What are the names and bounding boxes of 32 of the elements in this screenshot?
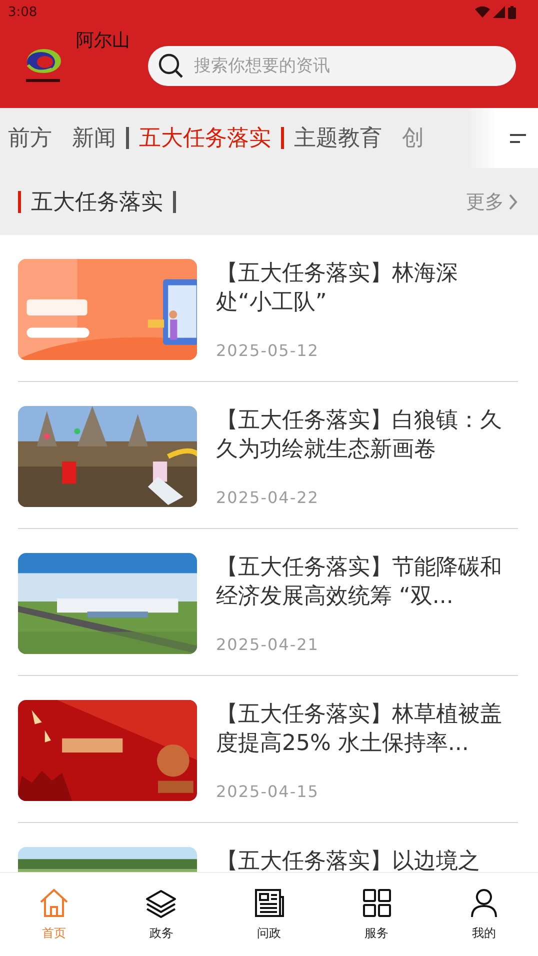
category-tab[interactable]: 主题教育 <box>284 123 392 153</box>
article-date: 2025-04-15 <box>216 782 320 801</box>
status-time: 3:08 <box>8 4 38 20</box>
layers-icon <box>145 887 178 919</box>
grid-icon <box>360 887 393 919</box>
newspaper-icon <box>252 887 285 919</box>
search-icon <box>158 53 184 79</box>
category-tab[interactable]: 前方 <box>0 123 62 153</box>
chevron-icon <box>508 192 518 210</box>
article-date: 2025-04-21 <box>216 635 320 654</box>
article-title[interactable]: 【五大任务落实】林草植被盖度提高25% 水土保持率... <box>216 700 504 758</box>
nav-tab[interactable]: 我的 <box>430 873 538 956</box>
article-title[interactable]: 【五大任务落实】以边境之 <box>216 847 504 872</box>
article-title[interactable]: 【五大任务落实】节能降碳和经济发展高效统筹 “双... <box>216 553 504 611</box>
article-date: 2025-05-12 <box>216 341 320 360</box>
nav-tab[interactable]: 政务 <box>108 873 216 956</box>
article-title[interactable]: 【五大任务落实】白狼镇：久久为功绘就生态新画卷 <box>216 406 504 464</box>
category-tab[interactable]: 五大任务落实 <box>129 123 281 153</box>
app-name: 阿尔山 <box>76 29 131 52</box>
article-title[interactable]: 【五大任务落实】林海深处“小工队” <box>216 259 504 317</box>
search-bar[interactable]: 搜索你想要的资讯 <box>148 46 516 86</box>
category-tab[interactable]: 新闻 <box>62 123 126 153</box>
nav-tab[interactable]: 服务 <box>322 873 430 956</box>
signal-icon <box>493 6 505 18</box>
article-date: 2025-04-22 <box>216 488 320 507</box>
section-title: 五大任务落实 <box>31 188 163 216</box>
home-icon <box>38 887 70 919</box>
battery-icon <box>508 6 516 18</box>
wifi-icon <box>475 6 490 18</box>
menu-icon[interactable] <box>508 131 528 145</box>
nav-tab[interactable]: 问政 <box>215 873 323 956</box>
search-input[interactable]: 搜索你想要的资讯 <box>192 55 506 77</box>
